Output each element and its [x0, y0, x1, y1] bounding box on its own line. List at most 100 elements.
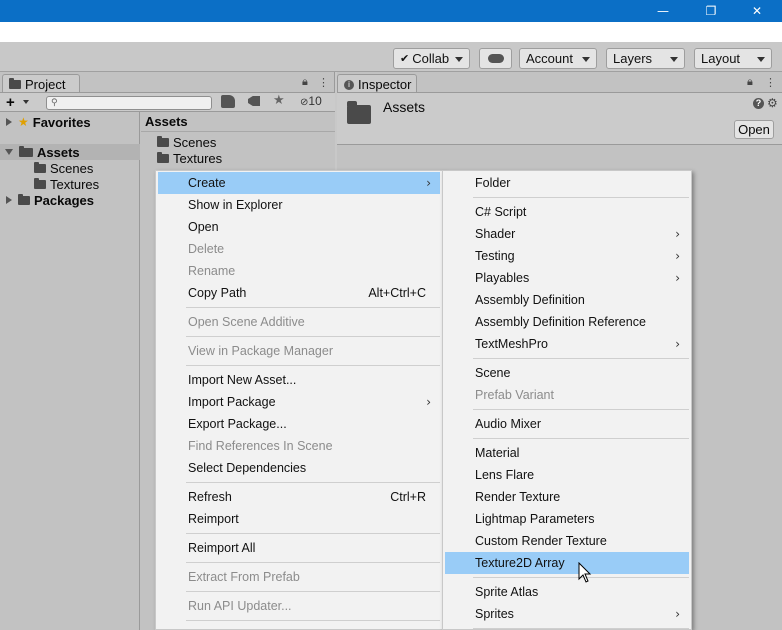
- menu-item-run-api-updater[interactable]: Run API Updater...: [158, 595, 440, 617]
- menu-separator: [186, 620, 440, 621]
- filter-by-type-icon[interactable]: [221, 95, 235, 108]
- menu-item-refresh[interactable]: Refresh Ctrl+R: [158, 486, 440, 508]
- list-item[interactable]: Textures: [157, 150, 327, 166]
- menu-item-material[interactable]: Material: [445, 442, 689, 464]
- list-item[interactable]: Scenes: [157, 134, 327, 150]
- menu-item-delete[interactable]: Delete: [158, 238, 440, 260]
- menu-item-render-texture[interactable]: Render Texture: [445, 486, 689, 508]
- tree-item-assets[interactable]: Assets: [0, 144, 140, 160]
- favorite-star-icon[interactable]: ★: [273, 93, 285, 108]
- menu-item-sprites[interactable]: Sprites ›: [445, 603, 689, 625]
- menu-label: Create: [188, 176, 226, 190]
- assets-breadcrumb: Assets: [141, 112, 335, 132]
- lock-icon[interactable]: 🔒︎: [747, 76, 753, 89]
- kebab-menu-icon[interactable]: ⋮: [318, 76, 329, 89]
- expand-arrow-icon[interactable]: [6, 196, 12, 204]
- menu-item-testing[interactable]: Testing ›: [445, 245, 689, 267]
- menu-label: Shader: [475, 227, 516, 241]
- menu-item-extract-from-prefab[interactable]: Extract From Prefab: [158, 566, 440, 588]
- menu-item-create[interactable]: Create ›: [158, 172, 440, 194]
- menu-item-view-in-package-manager[interactable]: View in Package Manager: [158, 340, 440, 362]
- menu-item-rename[interactable]: Rename: [158, 260, 440, 282]
- menu-item-audio-mixer[interactable]: Audio Mixer: [445, 413, 689, 435]
- tree-item-scenes[interactable]: Scenes: [0, 160, 140, 176]
- menu-item-textmeshpro[interactable]: TextMeshPro ›: [445, 333, 689, 355]
- menu-item-open-scene-additive[interactable]: Open Scene Additive: [158, 311, 440, 333]
- search-input[interactable]: ⚲: [46, 96, 212, 110]
- menu-label: Material: [475, 446, 520, 460]
- tree-item-textures[interactable]: Textures: [0, 176, 140, 192]
- menu-item-import-new-asset[interactable]: Import New Asset...: [158, 369, 440, 391]
- favorites-label: Favorites: [32, 114, 91, 130]
- chevron-down-icon: [582, 57, 590, 62]
- minimize-icon[interactable]: —: [640, 0, 686, 22]
- chevron-right-icon: ›: [675, 271, 680, 285]
- kebab-menu-icon[interactable]: ⋮: [765, 76, 776, 89]
- menu-separator: [186, 307, 440, 308]
- chevron-down-icon: [670, 57, 678, 62]
- menu-label: Texture2D Array: [475, 556, 565, 570]
- menu-item-find-references[interactable]: Find References In Scene: [158, 435, 440, 457]
- hidden-packages-toggle[interactable]: ⊘10: [300, 94, 322, 108]
- menu-label: Open: [188, 220, 219, 234]
- collapse-arrow-icon[interactable]: [5, 149, 13, 155]
- menu-item-export-package[interactable]: Export Package...: [158, 413, 440, 435]
- open-button[interactable]: Open: [734, 120, 774, 139]
- menu-item-assembly-definition[interactable]: Assembly Definition: [445, 289, 689, 311]
- menu-item-open[interactable]: Open: [158, 216, 440, 238]
- menu-item-lens-flare[interactable]: Lens Flare: [445, 464, 689, 486]
- expand-arrow-icon[interactable]: [6, 118, 12, 126]
- collab-label: Collab: [412, 51, 450, 66]
- menu-item-texture2d-array[interactable]: Texture2D Array: [445, 552, 689, 574]
- menu-separator: [186, 482, 440, 483]
- check-circle-icon: ✔: [400, 52, 410, 65]
- menu-label: Import Package: [188, 395, 276, 409]
- menu-item-reimport[interactable]: Reimport: [158, 508, 440, 530]
- layers-dropdown[interactable]: Layers: [606, 48, 685, 69]
- context-menu: Create › Show in Explorer Open Delete Ren…: [155, 170, 443, 630]
- menu-separator: [473, 197, 689, 198]
- tab-inspector[interactable]: i Inspector: [337, 74, 417, 94]
- cloud-button[interactable]: [479, 48, 512, 69]
- layout-dropdown[interactable]: Layout: [694, 48, 772, 69]
- menu-item-select-dependencies[interactable]: Select Dependencies: [158, 457, 440, 479]
- menu-item-custom-render-texture[interactable]: Custom Render Texture: [445, 530, 689, 552]
- menu-item-reimport-all[interactable]: Reimport All: [158, 537, 440, 559]
- menu-item-shader[interactable]: Shader ›: [445, 223, 689, 245]
- menu-item-copy-path[interactable]: Copy Path Alt+Ctrl+C: [158, 282, 440, 304]
- menu-item-folder[interactable]: Folder: [445, 172, 689, 194]
- menu-item-sprite-atlas[interactable]: Sprite Atlas: [445, 581, 689, 603]
- chevron-right-icon: ›: [426, 395, 431, 409]
- restore-icon[interactable]: ❐: [688, 0, 734, 22]
- menu-label: TextMeshPro: [475, 337, 548, 351]
- menu-label: Open Scene Additive: [188, 315, 305, 329]
- menu-item-prefab-variant[interactable]: Prefab Variant: [445, 384, 689, 406]
- tree-item-favorites[interactable]: ★ Favorites: [0, 114, 140, 130]
- mouse-cursor-icon: [578, 562, 592, 583]
- account-dropdown[interactable]: Account: [519, 48, 597, 69]
- chevron-down-icon[interactable]: [23, 100, 29, 104]
- menu-label: Refresh: [188, 490, 232, 504]
- menu-item-show-in-explorer[interactable]: Show in Explorer: [158, 194, 440, 216]
- list-item-label: Textures: [173, 150, 223, 166]
- menu-item-csharp-script[interactable]: C# Script: [445, 201, 689, 223]
- menu-item-assembly-definition-reference[interactable]: Assembly Definition Reference: [445, 311, 689, 333]
- menu-bar: [0, 22, 782, 42]
- inspector-header: Assets ? ⚙ Open: [337, 92, 782, 145]
- tab-project[interactable]: Project: [2, 74, 80, 94]
- label-tag-icon[interactable]: [248, 96, 260, 106]
- help-icon[interactable]: ?: [753, 98, 764, 109]
- lock-icon[interactable]: 🔒︎: [302, 76, 308, 89]
- menu-item-playables[interactable]: Playables ›: [445, 267, 689, 289]
- collab-button[interactable]: ✔ Collab: [393, 48, 470, 69]
- settings-gear-icon[interactable]: ⚙: [767, 96, 778, 110]
- menu-item-scene[interactable]: Scene: [445, 362, 689, 384]
- close-icon[interactable]: ✕: [734, 0, 780, 22]
- menu-label: Find References In Scene: [188, 439, 333, 453]
- textures-label: Textures: [50, 176, 100, 192]
- menu-item-lightmap-parameters[interactable]: Lightmap Parameters: [445, 508, 689, 530]
- menu-item-import-package[interactable]: Import Package ›: [158, 391, 440, 413]
- menu-label: Prefab Variant: [475, 388, 554, 402]
- tree-item-packages[interactable]: Packages: [0, 192, 140, 208]
- add-icon[interactable]: +: [6, 94, 15, 111]
